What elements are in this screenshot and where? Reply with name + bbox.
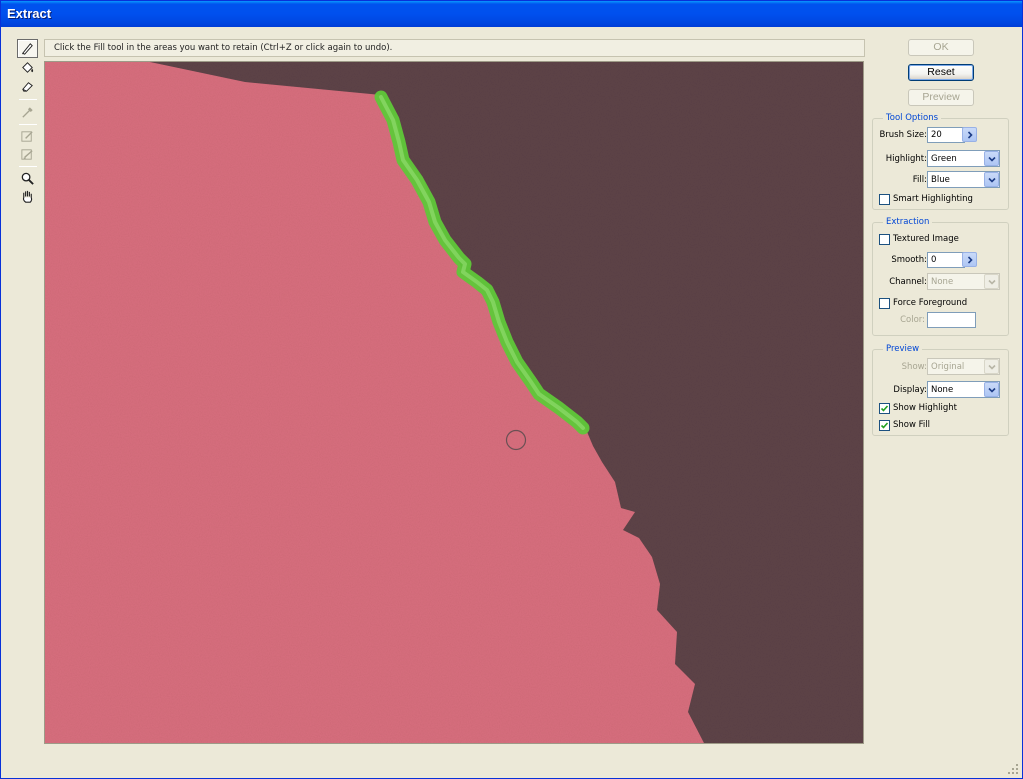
show-fill-checkbox[interactable]: Show Fill	[879, 419, 930, 431]
ok-button[interactable]: OK	[908, 39, 974, 56]
tool-options-title: Tool Options	[883, 113, 942, 123]
checkbox-box[interactable]	[879, 419, 890, 431]
brush-size-label: Brush Size:	[879, 130, 927, 140]
extraction-title: Extraction	[883, 217, 933, 227]
force-foreground-label: Force Foreground	[893, 298, 968, 308]
checkmark-icon	[880, 404, 889, 412]
hand-icon[interactable]	[17, 187, 38, 206]
highlight-value: Green	[931, 154, 957, 164]
extraction-group: Extraction Textured Image Smooth: 0 Chan…	[872, 217, 1009, 336]
tool-options-group: Tool Options Brush Size: 20 Highlight: G…	[872, 113, 1009, 210]
toolbox	[17, 39, 39, 203]
checkbox-box[interactable]	[879, 233, 890, 245]
channel-select[interactable]: None	[927, 273, 1000, 290]
smooth-arrow-button[interactable]	[962, 252, 977, 267]
preview-title: Preview	[883, 344, 923, 354]
instruction-hint: Click the Fill tool in the areas you wan…	[44, 39, 865, 57]
title-bar[interactable]: Extract	[1, 1, 1022, 27]
channel-value: None	[931, 277, 954, 287]
chevron-right-icon	[967, 255, 973, 264]
display-label: Display:	[893, 385, 927, 395]
highlight-select[interactable]: Green	[927, 150, 1000, 167]
resize-grip-icon[interactable]	[1007, 763, 1019, 775]
edge-touchup-icon[interactable]	[17, 145, 38, 164]
chevron-right-icon	[967, 130, 973, 139]
show-fill-label: Show Fill	[893, 420, 930, 430]
chevron-down-icon	[984, 359, 999, 374]
preview-button[interactable]: Preview	[908, 89, 974, 106]
canvas-image	[45, 62, 863, 743]
color-label: Color:	[900, 315, 925, 325]
fill-label: Fill:	[912, 175, 927, 185]
brush-size-arrow-button[interactable]	[962, 127, 977, 142]
cleanup-icon[interactable]	[17, 127, 38, 146]
extract-dialog: Extract Click the Fill tool in the areas…	[0, 0, 1023, 779]
eraser-icon[interactable]	[17, 77, 38, 96]
checkmark-icon	[880, 421, 889, 429]
chevron-down-icon[interactable]	[984, 151, 999, 166]
fill-select[interactable]: Blue	[927, 171, 1000, 188]
textured-image-checkbox[interactable]: Textured Image	[879, 233, 959, 245]
smooth-label: Smooth:	[891, 255, 927, 265]
smart-highlighting-checkbox[interactable]: Smart Highlighting	[879, 193, 973, 205]
show-select[interactable]: Original	[927, 358, 1000, 375]
checkbox-box[interactable]	[879, 193, 890, 205]
show-value: Original	[931, 362, 965, 372]
reset-button[interactable]: Reset	[908, 64, 974, 81]
chevron-down-icon[interactable]	[984, 172, 999, 187]
image-canvas[interactable]	[44, 61, 864, 744]
window-title: Extract	[7, 6, 52, 21]
smart-highlighting-label: Smart Highlighting	[893, 194, 973, 204]
channel-label: Channel:	[889, 277, 927, 287]
chevron-down-icon[interactable]	[984, 382, 999, 397]
display-value: None	[931, 385, 954, 395]
smooth-field[interactable]: 0	[927, 252, 965, 268]
show-label: Show:	[901, 362, 927, 372]
show-highlight-label: Show Highlight	[893, 403, 958, 413]
paint-bucket-icon[interactable]	[17, 58, 38, 77]
chevron-down-icon	[984, 274, 999, 289]
textured-image-label: Textured Image	[893, 234, 959, 244]
fill-value: Blue	[931, 175, 950, 185]
brush-size-field[interactable]: 20	[927, 127, 965, 143]
eyedropper-icon[interactable]	[17, 103, 38, 122]
display-select[interactable]: None	[927, 381, 1000, 398]
highlighter-icon[interactable]	[17, 39, 38, 58]
highlight-label: Highlight:	[885, 154, 927, 164]
force-foreground-checkbox[interactable]: Force Foreground	[879, 297, 967, 309]
checkbox-box[interactable]	[879, 402, 890, 414]
magnifier-icon[interactable]	[17, 169, 38, 188]
color-swatch[interactable]	[927, 312, 976, 328]
preview-group: Preview Show: Original Display: None Sho…	[872, 344, 1009, 436]
checkbox-box[interactable]	[879, 297, 890, 309]
show-highlight-checkbox[interactable]: Show Highlight	[879, 402, 957, 414]
